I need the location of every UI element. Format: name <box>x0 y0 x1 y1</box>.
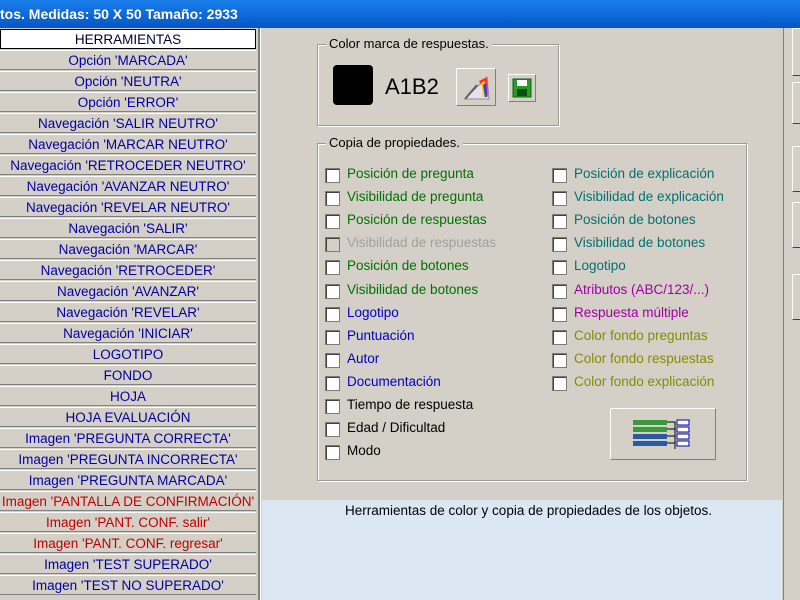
property-checkbox-label: Visibilidad de botones <box>574 235 706 251</box>
property-checkbox[interactable] <box>552 168 567 183</box>
menu-item[interactable]: Navegación 'INICIAR' <box>0 323 256 343</box>
property-checkbox-label: Logotipo <box>347 304 399 320</box>
property-checkbox-label: Autor <box>347 350 380 366</box>
property-checkbox-label: Color fondo respuestas <box>574 350 714 366</box>
property-checkbox-label: Visibilidad de pregunta <box>347 189 484 205</box>
menu-item[interactable]: LOGOTIPO <box>0 344 256 364</box>
property-checkbox[interactable] <box>325 306 340 322</box>
property-checkbox-label: Visibilidad de botones <box>347 281 479 297</box>
copy-list-icon <box>633 419 690 449</box>
right-tool-button[interactable] <box>792 146 800 192</box>
menu-item[interactable]: Imagen 'TEST SUPERADO' <box>0 554 256 574</box>
menu-item[interactable]: Navegación 'MARCAR' <box>0 239 256 259</box>
property-checkbox[interactable] <box>325 214 340 230</box>
copy-properties-title: Copia de propiedades. <box>326 135 463 150</box>
menu-item[interactable]: Imagen 'PANTALLA DE CONFIRMACIÓN' <box>0 491 256 511</box>
menu-item[interactable]: HOJA EVALUACIÓN <box>0 407 256 427</box>
menu-item[interactable]: Navegación 'REVELAR NEUTRO' <box>0 197 256 217</box>
floppy-save-icon <box>512 78 532 98</box>
menu-item[interactable]: Opción 'MARCADA' <box>0 50 256 70</box>
property-checkbox[interactable] <box>552 283 567 299</box>
property-checkbox-label: Edad / Dificultad <box>347 420 446 436</box>
property-checkbox-label: Puntuación <box>347 327 415 343</box>
property-checkbox-label: Posición de botones <box>347 258 469 274</box>
menu-item[interactable]: Navegación 'RETROCEDER' <box>0 260 256 280</box>
property-checkbox[interactable] <box>552 260 567 276</box>
property-checkbox[interactable] <box>325 168 340 183</box>
property-checkbox[interactable] <box>325 375 340 391</box>
property-checkbox[interactable] <box>552 306 567 322</box>
menu-item[interactable]: Imagen 'TEST NO SUPERADO' <box>0 575 256 595</box>
menu-item[interactable]: Imagen 'PREGUNTA MARCADA' <box>0 470 256 490</box>
property-checkbox-label: Tiempo de respuesta <box>347 397 474 412</box>
property-checkbox-label: Visibilidad de explicación <box>574 189 724 205</box>
right-tool-button[interactable] <box>792 28 800 76</box>
property-checkbox[interactable] <box>552 352 567 368</box>
right-tool-button[interactable] <box>792 274 800 320</box>
menu-item[interactable]: Navegación 'AVANZAR' <box>0 281 256 301</box>
property-checkbox[interactable] <box>325 260 340 276</box>
menu-item[interactable]: Imagen 'PREGUNTA CORRECTA' <box>0 428 256 448</box>
property-checkbox-label: Visibilidad de respuestas <box>347 235 497 251</box>
property-checkbox[interactable] <box>325 191 340 207</box>
color-groupbox-title: Color marca de respuestas. <box>326 36 492 51</box>
color-swatch[interactable] <box>333 65 373 105</box>
left-menu-panel: HERRAMIENTAS Opción 'MARCADA' Opción 'NEUT… <box>0 28 260 600</box>
status-text: Herramientas de color y copia de propied… <box>345 503 712 518</box>
property-checkbox-label: Documentación <box>347 373 441 389</box>
property-checkbox[interactable] <box>325 329 340 345</box>
menu-item[interactable]: HOJA <box>0 386 256 406</box>
color-palette-icon <box>463 75 490 100</box>
menu-item[interactable]: Imagen 'PANT. CONF. salir' <box>0 512 256 532</box>
menu-item[interactable]: Navegación 'SALIR NEUTRO' <box>0 113 256 133</box>
menu-item[interactable]: Navegación 'MARCAR NEUTRO' <box>0 134 256 154</box>
menu-item[interactable]: Imagen 'PANT. CONF. regresar' <box>0 533 256 553</box>
property-checkbox[interactable] <box>552 214 567 230</box>
menu-item[interactable]: Navegación 'SALIR' <box>0 218 256 238</box>
property-checkbox[interactable] <box>325 283 340 299</box>
menu-item[interactable]: HERRAMIENTAS <box>0 29 256 49</box>
property-checkbox[interactable] <box>325 352 340 368</box>
property-checkbox-label: Posición de pregunta <box>347 166 474 181</box>
property-checkbox[interactable] <box>552 329 567 345</box>
property-checkbox[interactable] <box>552 191 567 207</box>
property-checkbox-label: Posición de explicación <box>574 166 715 181</box>
property-checkbox-label: Modo <box>347 443 381 459</box>
save-color-button[interactable] <box>508 74 536 102</box>
property-checkbox[interactable] <box>325 445 340 461</box>
color-code-label: A1B2 <box>385 74 439 99</box>
property-checkbox[interactable] <box>325 237 340 253</box>
right-tool-button[interactable] <box>792 82 800 124</box>
menu-item[interactable]: Opción 'NEUTRA' <box>0 71 256 91</box>
property-checkbox-label: Posición de botones <box>574 212 696 228</box>
menu-item[interactable]: Imagen 'PREGUNTA INCORRECTA' <box>0 449 256 469</box>
menu-item[interactable]: Navegación 'AVANZAR NEUTRO' <box>0 176 256 196</box>
property-checkbox[interactable] <box>325 422 340 438</box>
menu-item[interactable]: Navegación 'RETROCEDER NEUTRO' <box>0 155 256 175</box>
property-checkbox-label: Color fondo preguntas <box>574 327 708 343</box>
property-checkbox[interactable] <box>325 399 340 414</box>
title-bar: tos. Medidas: 50 X 50 Tamaño: 2933 <box>0 0 800 28</box>
property-checkbox[interactable] <box>552 237 567 253</box>
property-checkbox[interactable] <box>552 375 567 391</box>
property-checkbox-label: Color fondo explicación <box>574 373 715 389</box>
property-checkbox-label: Posición de respuestas <box>347 212 487 228</box>
window-title: tos. Medidas: 50 X 50 Tamaño: 2933 <box>0 6 238 22</box>
property-checkbox-label: Respuesta múltiple <box>574 304 689 320</box>
right-tool-button[interactable] <box>792 202 800 248</box>
property-checkbox-label: Logotipo <box>574 258 626 274</box>
property-checkbox-label: Atributos (ABC/123/...) <box>574 281 710 297</box>
right-toolbar-strip <box>783 28 800 600</box>
color-picker-button[interactable] <box>456 68 496 106</box>
menu-item[interactable]: FONDO <box>0 365 256 385</box>
copy-properties-button[interactable] <box>610 408 716 460</box>
menu-item[interactable]: Opción 'ERROR' <box>0 92 256 112</box>
menu-item[interactable]: Navegación 'REVELAR' <box>0 302 256 322</box>
